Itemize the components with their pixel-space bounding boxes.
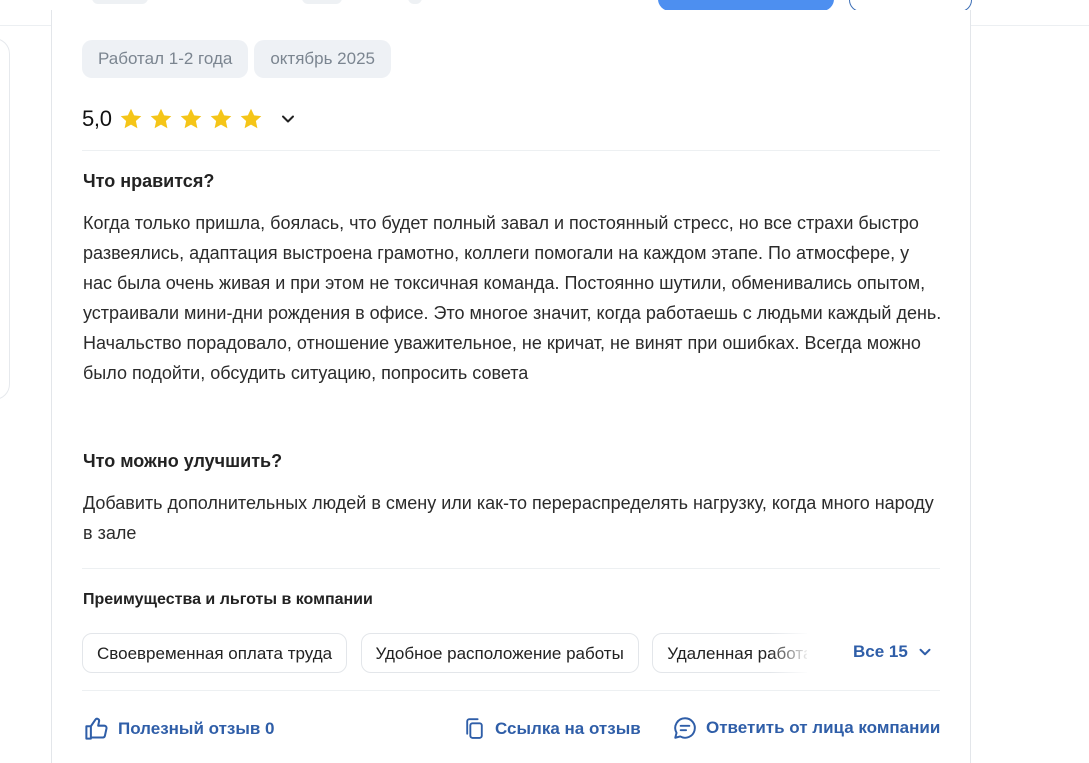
improve-text: Добавить дополнительных людей в смену ил… xyxy=(83,493,934,543)
show-all-label: Все 15 xyxy=(853,642,908,661)
header-pill xyxy=(302,0,342,4)
chevron-down-icon[interactable] xyxy=(278,109,298,129)
star-icon xyxy=(210,108,231,129)
benefits-title: Преимущества и льготы в компании xyxy=(83,591,373,608)
header-pill xyxy=(408,0,422,4)
sidebar-card xyxy=(0,38,10,400)
star-icon xyxy=(180,108,201,129)
rating-value: 5,0 xyxy=(82,106,112,131)
divider xyxy=(82,568,940,569)
likes-text: Когда только пришла, боялась, что будет … xyxy=(83,213,942,383)
review-link-button[interactable]: Ссылка на отзыв xyxy=(462,715,641,742)
header-pill xyxy=(92,0,148,4)
chat-icon xyxy=(674,717,696,739)
star-icon xyxy=(150,108,171,129)
useful-review-label: Полезный отзыв 0 xyxy=(118,718,275,738)
review-link-label: Ссылка на отзыв xyxy=(495,718,641,738)
reply-as-company-button[interactable]: Ответить от лица компании xyxy=(672,715,940,741)
divider xyxy=(82,690,940,691)
benefit-chip: Своевременная оплата труда xyxy=(82,633,348,673)
rating-row[interactable]: 5,0 xyxy=(82,106,298,132)
chevron-down-icon xyxy=(919,648,931,656)
review-tags: Работал 1-2 года октябрь 2025 xyxy=(82,40,391,78)
experience-tag: Работал 1-2 года xyxy=(82,40,249,78)
benefit-chip: Удобное расположение работы xyxy=(360,633,639,673)
likes-title: Что нравится? xyxy=(83,171,215,191)
improve-title: Что можно улучшить? xyxy=(83,451,283,471)
divider xyxy=(82,150,940,151)
thumbs-up-icon xyxy=(85,717,108,740)
show-all-benefits-button[interactable]: Все 15 xyxy=(853,642,934,662)
copy-link-icon xyxy=(466,718,483,739)
benefits-chips: Своевременная оплата труда Удобное распо… xyxy=(82,633,807,673)
star-icon xyxy=(120,108,141,129)
reply-as-company-label: Ответить от лица компании xyxy=(706,718,941,737)
useful-review-button[interactable]: Полезный отзыв 0 xyxy=(83,715,275,742)
date-tag: октябрь 2025 xyxy=(254,40,391,78)
star-icon xyxy=(240,108,261,129)
chips-fade xyxy=(770,633,810,673)
rating-stars xyxy=(118,106,264,132)
page: Работал 1-2 года октябрь 2025 5,0 Что нр… xyxy=(0,0,1089,763)
